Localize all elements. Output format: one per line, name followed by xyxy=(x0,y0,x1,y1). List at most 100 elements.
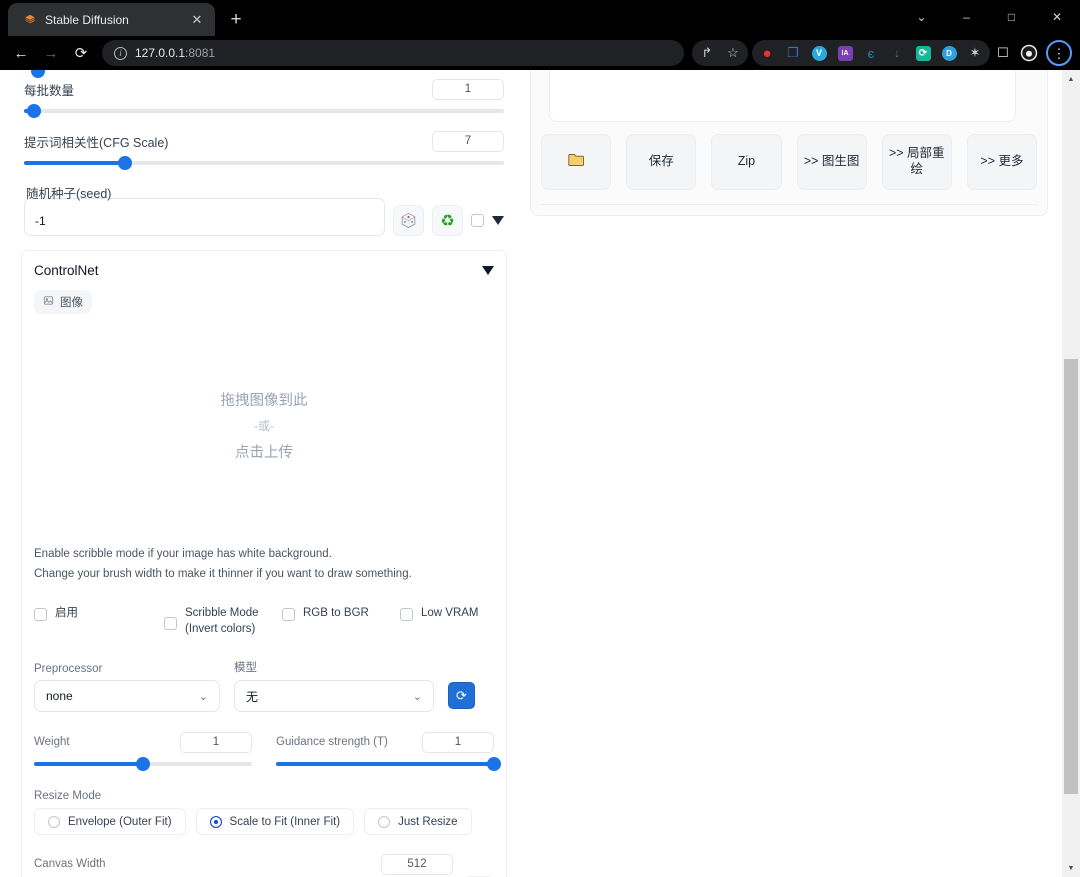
radio-circle[interactable] xyxy=(48,816,60,828)
url-text: 127.0.0.1:8081 xyxy=(135,46,215,60)
scribble-hint-1: Enable scribble mode if your image has w… xyxy=(34,544,494,564)
canvas-width-row: Canvas Width 512 xyxy=(34,853,453,877)
random-seed-dice-icon[interactable] xyxy=(393,205,424,236)
image-dropzone[interactable]: 拖拽图像到此 -或- 点击上传 xyxy=(34,316,494,534)
minimize-button[interactable]: – xyxy=(944,0,989,33)
weight-value[interactable]: 1 xyxy=(180,732,252,753)
seed-row: 随机种子(seed) -1 ♻ xyxy=(0,198,528,236)
opera-red-icon[interactable]: ● xyxy=(754,40,780,66)
scribble-mode-label: Scribble Mode (Invert colors) xyxy=(185,606,259,637)
cfg-scale-slider[interactable] xyxy=(24,155,504,171)
weight-label: Weight xyxy=(34,736,70,748)
model-selection-row: Preprocessor none ⌄ 模型 无 ⌄ xyxy=(34,659,494,712)
radio-label: Scale to Fit (Inner Fit) xyxy=(230,816,341,828)
bookmark-star-icon[interactable]: ☆ xyxy=(720,40,746,66)
open-folder-button[interactable] xyxy=(541,134,611,190)
tab-image-label: 图像 xyxy=(60,294,83,310)
tab-image[interactable]: 图像 xyxy=(34,290,92,314)
chevron-down-icon: ⌄ xyxy=(413,690,422,703)
puzzle-icon[interactable]: ✶ xyxy=(962,40,988,66)
batch-count-slider[interactable] xyxy=(24,103,504,119)
send-to-img2img-button[interactable]: >> 图生图 xyxy=(797,134,867,190)
sidebar-icon[interactable]: ☐ xyxy=(990,40,1016,66)
seed-extra-checkbox[interactable] xyxy=(471,214,484,227)
enable-label: 启用 xyxy=(55,606,78,622)
forward-icon[interactable]: → xyxy=(36,38,66,68)
download-icon[interactable]: ↓ xyxy=(884,40,910,66)
save-button[interactable]: 保存 xyxy=(626,134,696,190)
maximize-button[interactable]: □ xyxy=(989,0,1034,33)
recycle-seed-icon[interactable]: ♻ xyxy=(432,205,463,236)
batch-count-value[interactable]: 1 xyxy=(432,79,504,100)
browser-toolbar: ← → ⟳ i 127.0.0.1:8081 ↱ ☆ ● ❐ V IA є ↓ … xyxy=(0,36,1080,70)
browser-tab[interactable]: Stable Diffusion ✕ xyxy=(8,3,215,36)
address-bar[interactable]: i 127.0.0.1:8081 xyxy=(102,40,684,66)
slider-knob[interactable] xyxy=(27,104,41,118)
controlnet-checkbox-row: 启用 Scribble Mode (Invert colors) RGB to … xyxy=(34,606,494,637)
checkbox-box[interactable] xyxy=(34,608,47,621)
reload-icon[interactable]: ⟳ xyxy=(66,38,96,68)
low-vram-checkbox[interactable]: Low VRAM xyxy=(400,606,479,622)
enable-checkbox[interactable]: 启用 xyxy=(34,606,164,622)
checkbox-box[interactable] xyxy=(400,608,413,621)
output-gallery[interactable] xyxy=(549,70,1016,122)
preprocessor-field: Preprocessor none ⌄ xyxy=(34,663,220,712)
send-to-extras-button[interactable]: >> 更多 xyxy=(967,134,1037,190)
slider-knob[interactable] xyxy=(136,757,150,771)
green-sync-icon[interactable]: ⟳ xyxy=(910,40,936,66)
window-close-button[interactable]: ✕ xyxy=(1034,0,1080,33)
scrollbar-thumb[interactable] xyxy=(1064,359,1078,794)
radio-just-resize[interactable]: Just Resize xyxy=(364,808,471,835)
v-badge-icon[interactable]: V xyxy=(806,40,832,66)
radio-label: Just Resize xyxy=(398,816,457,828)
scroll-up-icon[interactable]: ▲ xyxy=(1062,70,1080,88)
site-info-icon[interactable]: i xyxy=(114,47,127,60)
scroll-down-icon[interactable]: ▼ xyxy=(1062,859,1080,877)
radio-circle-selected[interactable] xyxy=(210,816,222,828)
folder-icon xyxy=(568,153,585,172)
radio-envelope-outer-fit[interactable]: Envelope (Outer Fit) xyxy=(34,808,186,835)
radio-scale-to-fit-inner-fit[interactable]: Scale to Fit (Inner Fit) xyxy=(196,808,355,835)
cfg-scale-value[interactable]: 7 xyxy=(432,131,504,152)
seed-value: -1 xyxy=(35,214,46,228)
avatar[interactable] xyxy=(1016,40,1042,66)
scribble-hint-2: Change your brush width to make it thinn… xyxy=(34,564,494,584)
weight-slider-block: Weight 1 xyxy=(34,729,252,772)
slider-knob[interactable] xyxy=(487,757,501,771)
send-to-inpaint-button[interactable]: >> 局部重绘 xyxy=(882,134,952,190)
checkbox-box[interactable] xyxy=(164,617,177,630)
ia-badge-icon[interactable]: IA xyxy=(832,40,858,66)
back-icon[interactable]: ← xyxy=(6,38,36,68)
checkbox-box[interactable] xyxy=(282,608,295,621)
rgb-to-bgr-checkbox[interactable]: RGB to BGR xyxy=(282,606,400,622)
radio-circle[interactable] xyxy=(378,816,390,828)
controlnet-header[interactable]: ControlNet xyxy=(34,263,494,278)
right-column: 保存 Zip >> 图生图 >> 局部重绘 >> 更多 xyxy=(528,70,1062,877)
guidance-slider[interactable] xyxy=(276,756,494,772)
blue-frame-icon[interactable]: ❐ xyxy=(780,40,806,66)
slider-fill xyxy=(24,161,125,165)
preprocessor-select[interactable]: none ⌄ xyxy=(34,680,220,712)
browser-chrome: Stable Diffusion ✕ + ⌄ – □ ✕ ← → ⟳ i 127… xyxy=(0,0,1080,70)
new-tab-button[interactable]: + xyxy=(222,5,250,33)
zip-button[interactable]: Zip xyxy=(711,134,781,190)
e-badge-icon[interactable]: є xyxy=(858,40,884,66)
seed-expand-caret-icon[interactable] xyxy=(492,216,504,225)
guidance-slider-block: Guidance strength (T) 1 xyxy=(276,729,494,772)
refresh-icon: ⟳ xyxy=(456,688,467,704)
tab-search-icon[interactable]: ⌄ xyxy=(899,0,944,33)
seed-input[interactable]: 随机种子(seed) -1 xyxy=(24,198,385,236)
browser-menu-button[interactable]: ⋮ xyxy=(1046,40,1072,66)
model-select[interactable]: 无 ⌄ xyxy=(234,680,434,712)
weight-slider[interactable] xyxy=(34,756,252,772)
close-icon[interactable]: ✕ xyxy=(188,11,206,29)
scribble-mode-checkbox[interactable]: Scribble Mode (Invert colors) xyxy=(164,606,282,637)
refresh-models-button[interactable]: ⟳ xyxy=(448,682,475,709)
blue-circle-icon[interactable]: D xyxy=(936,40,962,66)
chevron-down-icon[interactable] xyxy=(482,266,494,275)
slider-knob[interactable] xyxy=(118,156,132,170)
page-scrollbar[interactable]: ▲ ▼ xyxy=(1062,70,1080,877)
canvas-width-value[interactable]: 512 xyxy=(381,854,453,875)
guidance-value[interactable]: 1 xyxy=(422,732,494,753)
share-icon[interactable]: ↱ xyxy=(694,40,720,66)
